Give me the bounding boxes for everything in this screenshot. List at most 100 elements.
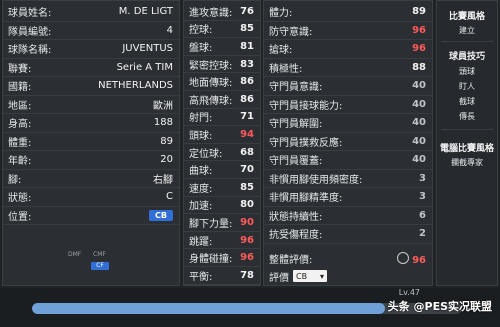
stat-label: 緊密控球: (189, 60, 233, 72)
stat-value: 3 (419, 191, 426, 203)
stat-label: 體重: (8, 137, 32, 149)
stat-row: 體重: 89 (3, 133, 179, 151)
stat-row: 防守意識: 96 (264, 22, 432, 40)
stat-label: 隊員編號: (8, 26, 52, 38)
stat-value: 96 (412, 43, 426, 55)
stat-label: 球員姓名: (8, 8, 52, 20)
rating-row: 評價 CB ▾ (264, 267, 432, 285)
stat-label: 國籍: (8, 82, 32, 94)
stat-label: 狀態持續性: (269, 211, 323, 223)
stat-value: 71 (240, 111, 254, 123)
stat-label: 抗受傷程度: (269, 230, 323, 242)
minimap-position-dmf: DMF (68, 251, 82, 258)
stat-row: 曲球: 70 (184, 161, 260, 179)
stat-value: 86 (240, 76, 254, 88)
stat-value: CB (149, 209, 179, 221)
level-label: Lv.47 (398, 288, 420, 297)
stat-row: 積極性: 88 (264, 59, 432, 77)
stat-row: 高飛傳球: 86 (184, 91, 260, 109)
stat-row: 頭球: 94 (184, 126, 260, 144)
stat-label: 守門員解圍: (269, 119, 323, 131)
play-style-title: 比賽風格 (448, 12, 485, 22)
stat-value: 90 (240, 216, 254, 228)
stat-label: 守門員意識: (269, 82, 323, 94)
stat-row: 位置: CB (3, 207, 179, 225)
stat-label: 位置: (8, 211, 32, 223)
stat-value: 78 (240, 269, 254, 281)
stat-value: 40 (412, 154, 426, 166)
stat-row: 狀態持續性: 6 (264, 207, 432, 225)
stat-label: 非慣用腳使用頻密度: (269, 174, 363, 186)
stat-label: 曲球: (189, 166, 213, 178)
stat-value: C (166, 191, 173, 203)
stat-row: 定位球: 68 (184, 144, 260, 162)
stat-row: 隊員編號: 4 (3, 22, 179, 40)
stat-value: 右腳 (153, 174, 173, 186)
stat-value: 94 (240, 128, 254, 140)
stat-row: 平衡: 78 (184, 267, 260, 285)
chevron-down-icon: ▾ (319, 271, 324, 281)
stat-row: 聯賽: Serie A TIM (3, 59, 179, 77)
stat-label: 球隊名稱: (8, 45, 52, 57)
stat-label: 定位球: (189, 148, 223, 160)
stat-value: 96 (240, 252, 254, 264)
watermark: 头条 @PES实况联盟 (387, 300, 492, 313)
stat-row: 腳下力量: 90 (184, 214, 260, 232)
stat-value: 3 (419, 172, 426, 184)
stat-row: 年齡: 20 (3, 151, 179, 170)
overall-rating-label: 整體評價: (269, 254, 313, 266)
stat-label: 射門: (189, 113, 213, 125)
skill-item: 截球 (459, 97, 475, 106)
stat-value: 85 (240, 181, 254, 193)
experience-bar-fill (32, 303, 385, 314)
stat-row: 非慣用腳精準度: 3 (264, 188, 432, 207)
stat-label: 守門員撲救反應: (269, 137, 343, 149)
divider (441, 41, 493, 42)
stat-value: 80 (240, 199, 254, 211)
stat-value: 40 (412, 98, 426, 110)
heart-icon (397, 251, 410, 264)
position-badge: CB (149, 209, 173, 221)
stat-label: 加速: (189, 201, 213, 213)
stat-row: 搶球: 96 (264, 40, 432, 59)
stat-label: 進攻意識: (189, 7, 233, 19)
skills-title: 球員技巧 (448, 52, 485, 62)
stat-value: 188 (153, 117, 173, 129)
stat-row: 守門員撲救反應: 40 (264, 133, 432, 151)
stat-row: 守門員接球能力: 40 (264, 96, 432, 114)
stat-row: 射門: 71 (184, 109, 260, 127)
stat-row: 球員姓名: M. DE LIGT (3, 3, 179, 22)
stat-label: 積極性: (269, 63, 303, 75)
stat-label: 非慣用腳精準度: (269, 193, 343, 205)
stat-label: 高飛傳球: (189, 95, 233, 107)
stat-value: 40 (412, 135, 426, 147)
defense-stats-panel: 體力: 89 防守意識: 96 搶球: 96 積極性: 88 守門員意識: 40 守門員接球能力: 4… (263, 0, 433, 286)
stat-value: 6 (419, 209, 426, 221)
divider (441, 129, 493, 130)
stat-row: 控球: 85 (184, 21, 260, 39)
rating-select[interactable]: CB ▾ (293, 270, 327, 282)
skill-item: 盯人 (459, 82, 475, 91)
stat-row: 地區: 歐洲 (3, 96, 179, 114)
stat-value: 2 (419, 228, 426, 240)
stat-label: 跳躍: (189, 236, 213, 248)
stat-label: 平衡: (189, 271, 213, 283)
stat-label: 腳下力量: (189, 218, 233, 230)
stat-value: 81 (240, 40, 254, 52)
style-sidebar: 比賽風格 建立 球員技巧 頭球 盯人 截球 傳長 電腦比賽風格 攔截專家 (436, 0, 498, 286)
stat-row: 身體碰撞: 96 (184, 249, 260, 267)
stat-value: 歐洲 (153, 100, 173, 112)
stat-value: 96 (412, 24, 426, 36)
stat-label: 體力: (269, 8, 293, 20)
stat-row: 抗受傷程度: 2 (264, 225, 432, 244)
stat-label: 年齡: (8, 156, 32, 168)
stat-value: 70 (240, 164, 254, 176)
stat-row: 球隊名稱: JUVENTUS (3, 40, 179, 59)
stat-row: 守門員解圍: 40 (264, 114, 432, 133)
skill-item: 傳長 (459, 112, 475, 121)
stat-row: 守門員覆蓋: 40 (264, 151, 432, 170)
stat-value: JUVENTUS (122, 43, 173, 55)
stat-value: 4 (166, 24, 173, 36)
stat-value: 96 (240, 234, 254, 246)
stat-row: 地面傳球: 86 (184, 73, 260, 91)
